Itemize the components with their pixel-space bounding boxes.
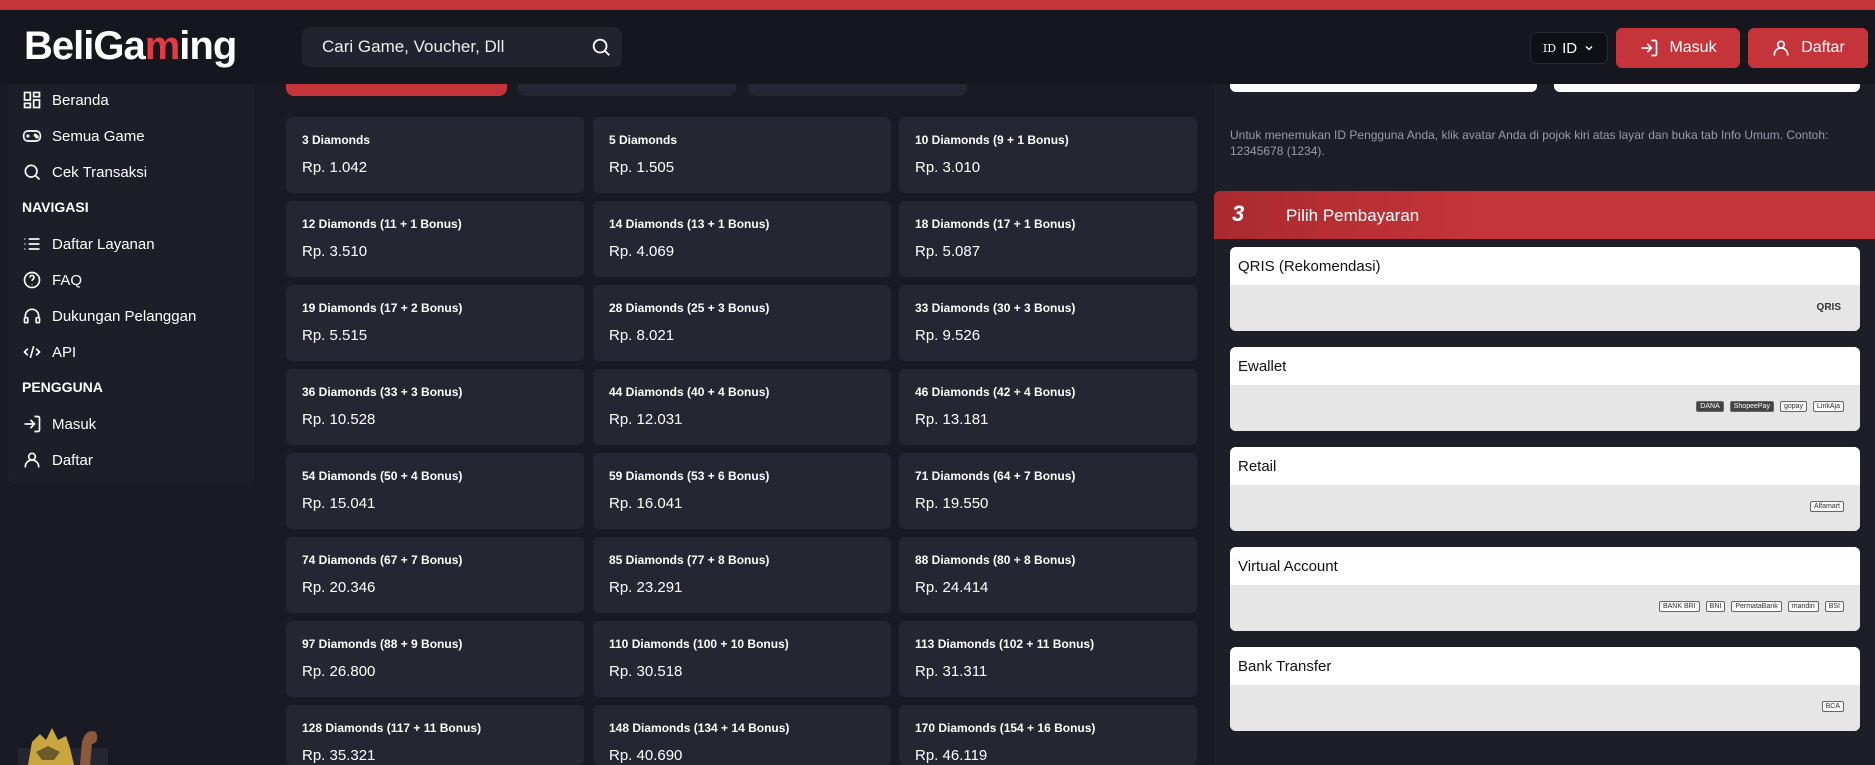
help-icon bbox=[23, 271, 41, 289]
product-card[interactable]: 170 Diamonds (154 + 16 Bonus) Rp. 46.119 bbox=[899, 705, 1197, 765]
bca-logo-icon: BCA bbox=[1821, 701, 1844, 712]
product-card[interactable]: 5 Diamonds Rp. 1.505 bbox=[593, 117, 891, 193]
payment-option-virtual-account[interactable]: Virtual Account BANK BRI BNI PermataBank… bbox=[1230, 547, 1860, 631]
bsi-logo-icon: BSI bbox=[1824, 601, 1844, 612]
product-card[interactable]: 12 Diamonds (11 + 1 Bonus) Rp. 3.510 bbox=[286, 201, 584, 277]
header: BeliGaming ID ID Masuk Daftar bbox=[0, 10, 1875, 84]
sidebar-item-dukungan-pelanggan[interactable]: Dukungan Pelanggan bbox=[22, 306, 196, 326]
user-icon bbox=[24, 452, 40, 468]
user-id-help-text: Untuk menemukan ID Pengguna Anda, klik a… bbox=[1230, 128, 1829, 158]
product-card[interactable]: 128 Diamonds (117 + 11 Bonus) Rp. 35.321 bbox=[286, 705, 584, 765]
mascot-avatar-icon bbox=[18, 728, 108, 765]
category-tab[interactable] bbox=[518, 84, 736, 96]
sidebar: Beranda Semua Game Cek Transaksi NAVIGAS… bbox=[8, 84, 254, 484]
top-accent-strip bbox=[0, 0, 1875, 10]
product-card[interactable]: 10 Diamonds (9 + 1 Bonus) Rp. 3.010 bbox=[899, 117, 1197, 193]
list-icon bbox=[24, 238, 40, 250]
logo[interactable]: BeliGaming bbox=[24, 24, 237, 69]
grid-icon bbox=[23, 91, 41, 109]
payment-step-header: 3 Pilih Pembayaran bbox=[1214, 191, 1875, 239]
flag-icon: ID bbox=[1542, 41, 1557, 55]
product-card[interactable]: 14 Diamonds (13 + 1 Bonus) Rp. 4.069 bbox=[593, 201, 891, 277]
code-icon bbox=[23, 345, 41, 359]
login-button[interactable]: Masuk bbox=[1616, 28, 1740, 68]
sidebar-item-beranda[interactable]: Beranda bbox=[22, 90, 109, 110]
payment-option-qris[interactable]: QRIS (Rekomendasi) QRIS bbox=[1230, 247, 1860, 331]
payment-option-ewallet[interactable]: Ewallet DANA ShopeePay gopay LinkAja bbox=[1230, 347, 1860, 431]
sidebar-item-faq[interactable]: FAQ bbox=[22, 270, 82, 290]
product-card[interactable]: 33 Diamonds (30 + 3 Bonus) Rp. 9.526 bbox=[899, 285, 1197, 361]
alfamart-logo-icon: Alfamart bbox=[1809, 501, 1844, 512]
product-card[interactable]: 46 Diamonds (42 + 4 Bonus) Rp. 13.181 bbox=[899, 369, 1197, 445]
user-icon bbox=[1773, 40, 1789, 56]
sidebar-item-semua-game[interactable]: Semua Game bbox=[22, 126, 145, 146]
product-card[interactable]: 85 Diamonds (77 + 8 Bonus) Rp. 23.291 bbox=[593, 537, 891, 613]
step-title: Pilih Pembayaran bbox=[1286, 206, 1420, 225]
sidebar-item-cek-transaksi[interactable]: Cek Transaksi bbox=[22, 162, 147, 182]
login-icon bbox=[24, 415, 41, 433]
payment-option-retail[interactable]: Retail Alfamart bbox=[1230, 447, 1860, 531]
product-card[interactable]: 19 Diamonds (17 + 2 Bonus) Rp. 5.515 bbox=[286, 285, 584, 361]
payment-option-bank-transfer[interactable]: Bank Transfer BCA bbox=[1230, 647, 1860, 731]
login-icon bbox=[1641, 39, 1658, 57]
bri-logo-icon: BANK BRI bbox=[1658, 601, 1700, 612]
step-number: 3 bbox=[1232, 201, 1245, 226]
register-button[interactable]: Daftar bbox=[1748, 28, 1868, 68]
zone-id-input[interactable] bbox=[1554, 84, 1860, 92]
sidebar-heading-pengguna: PENGGUNA bbox=[22, 379, 103, 395]
dana-logo-icon: DANA bbox=[1696, 401, 1724, 412]
linkaja-logo-icon: LinkAja bbox=[1813, 401, 1844, 412]
sidebar-item-api[interactable]: API bbox=[22, 342, 76, 362]
qris-logo-icon: QRIS bbox=[1816, 302, 1841, 313]
gopay-logo-icon: gopay bbox=[1779, 401, 1808, 412]
shopeepay-logo-icon: ShopeePay bbox=[1729, 401, 1774, 412]
permata-logo-icon: PermataBank bbox=[1731, 601, 1782, 612]
sidebar-item-masuk[interactable]: Masuk bbox=[22, 414, 96, 434]
product-card[interactable]: 3 Diamonds Rp. 1.042 bbox=[286, 117, 584, 193]
product-card[interactable]: 110 Diamonds (100 + 10 Bonus) Rp. 30.518 bbox=[593, 621, 891, 697]
product-card[interactable]: 113 Diamonds (102 + 11 Bonus) Rp. 31.311 bbox=[899, 621, 1197, 697]
chevron-down-icon bbox=[1585, 45, 1593, 51]
sidebar-item-daftar[interactable]: Daftar bbox=[22, 450, 93, 470]
product-card[interactable]: 28 Diamonds (25 + 3 Bonus) Rp. 8.021 bbox=[593, 285, 891, 361]
gamepad-icon bbox=[22, 130, 42, 142]
language-code: ID bbox=[1562, 39, 1578, 57]
product-card[interactable]: 148 Diamonds (134 + 14 Bonus) Rp. 40.690 bbox=[593, 705, 891, 765]
bni-logo-icon: BNI bbox=[1705, 601, 1726, 612]
user-id-input[interactable] bbox=[1230, 84, 1537, 92]
product-card[interactable]: 88 Diamonds (80 + 8 Bonus) Rp. 24.414 bbox=[899, 537, 1197, 613]
search-input[interactable] bbox=[320, 36, 564, 58]
product-card[interactable]: 97 Diamonds (88 + 9 Bonus) Rp. 26.800 bbox=[286, 621, 584, 697]
search-box bbox=[302, 27, 622, 67]
category-tab[interactable] bbox=[748, 84, 967, 96]
mandiri-logo-icon: mandiri bbox=[1787, 601, 1819, 612]
search-icon bbox=[24, 164, 41, 181]
product-card[interactable]: 74 Diamonds (67 + 7 Bonus) Rp. 20.346 bbox=[286, 537, 584, 613]
search-icon[interactable] bbox=[590, 36, 612, 58]
product-card[interactable]: 71 Diamonds (64 + 7 Bonus) Rp. 19.550 bbox=[899, 453, 1197, 529]
product-card[interactable]: 44 Diamonds (40 + 4 Bonus) Rp. 12.031 bbox=[593, 369, 891, 445]
product-card[interactable]: 54 Diamonds (50 + 4 Bonus) Rp. 15.041 bbox=[286, 453, 584, 529]
headset-icon bbox=[23, 308, 41, 324]
category-tab-active[interactable] bbox=[286, 84, 507, 96]
product-card[interactable]: 18 Diamonds (17 + 1 Bonus) Rp. 5.087 bbox=[899, 201, 1197, 277]
product-card[interactable]: 36 Diamonds (33 + 3 Bonus) Rp. 10.528 bbox=[286, 369, 584, 445]
sidebar-item-daftar-layanan[interactable]: Daftar Layanan bbox=[22, 234, 155, 254]
language-select[interactable]: ID ID bbox=[1530, 32, 1608, 64]
product-card[interactable]: 59 Diamonds (53 + 6 Bonus) Rp. 16.041 bbox=[593, 453, 891, 529]
sidebar-heading-navigasi: NAVIGASI bbox=[22, 199, 89, 215]
